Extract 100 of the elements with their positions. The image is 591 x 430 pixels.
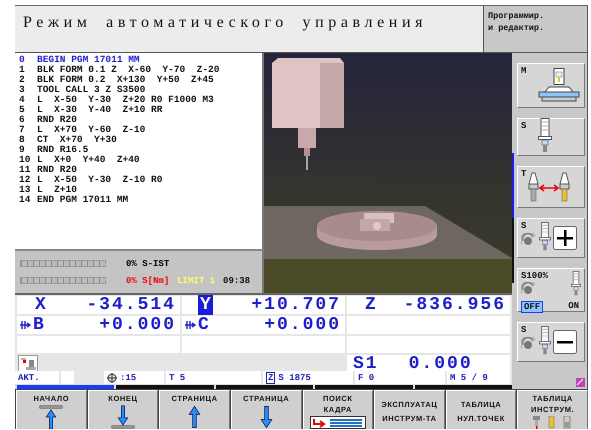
line-number: 1 <box>19 64 25 75</box>
axis-label[interactable]: C <box>196 315 211 335</box>
arrow-up-icon <box>188 405 202 429</box>
program-text: RND R20 <box>37 165 77 175</box>
status-text: AKT. <box>18 372 40 382</box>
machine-key[interactable]: S100% OFF ON <box>517 268 585 312</box>
line-number: 5 <box>19 104 25 115</box>
program-text: BEGIN PGM 17011 MM <box>37 55 140 65</box>
program-text: END PGM 17011 MM <box>37 195 128 205</box>
line-number: 10 <box>19 154 30 165</box>
key-label: M <box>521 66 526 76</box>
axis-label[interactable]: Z <box>363 295 378 315</box>
machine-key[interactable]: T <box>517 166 585 208</box>
mode-key[interactable]: Программир. и редактир. <box>484 6 588 53</box>
program-text: L X+0 Y+40 Z+40 <box>37 155 140 165</box>
machine-key[interactable]: S <box>517 322 585 362</box>
minus-icon <box>553 330 577 354</box>
line-number: 2 <box>19 74 25 85</box>
program-line[interactable]: 12 L X-50 Y-30 Z-10 R0 <box>19 175 262 185</box>
axis-value: +10.707 <box>251 295 341 315</box>
status-text: M 5 / 9 <box>450 372 488 382</box>
program-line[interactable]: 9 RND R16.5 <box>19 145 262 155</box>
gauge-reading: 0% <box>126 258 137 268</box>
tool-change-icon <box>526 172 572 202</box>
line-number: 0 <box>19 54 25 65</box>
status-text: T 5 <box>169 372 186 382</box>
arrow-down-icon <box>260 405 273 429</box>
line-number: 9 <box>19 144 25 155</box>
program-text: L Z+10 <box>37 185 77 195</box>
axis-value: +0.000 <box>264 315 341 335</box>
program-text: L X-50 Y-30 Z+20 R0 F1000 M3 <box>37 95 214 105</box>
program-line[interactable]: 1 BLK FORM 0.1 Z X-60 Y-70 Z-20 <box>19 65 262 75</box>
machine-table-icon <box>537 68 581 104</box>
axis-value: -34.514 <box>86 295 176 315</box>
spindle-icon <box>539 222 551 252</box>
mode-title: Режим автоматического управления <box>23 14 428 31</box>
mode-key-label: и редактир. <box>488 23 544 33</box>
line-number: 14 <box>19 194 30 205</box>
key-label: S <box>521 325 526 335</box>
program-text: TOOL CALL 3 Z S3500 <box>37 85 146 95</box>
status-text: S 1875 <box>278 372 311 382</box>
axis-value: +0.000 <box>99 315 176 335</box>
status-text: F 0 <box>358 372 374 382</box>
gauge-label: S[Nm] <box>142 276 170 286</box>
line-number: 11 <box>19 164 30 175</box>
spindle-icon <box>571 271 581 297</box>
program-text: CT X+70 Y+30 <box>37 135 117 145</box>
program-line[interactable]: 5 L X-30 Y-40 Z+10 RR <box>19 105 262 115</box>
line-number: 3 <box>19 84 25 95</box>
machine-key[interactable]: S <box>517 218 585 258</box>
axis-value: -836.956 <box>404 295 506 315</box>
program-line[interactable]: 8 CT X+70 Y+30 <box>19 135 262 145</box>
gauge-label: S-IST <box>142 258 170 268</box>
program-line[interactable]: 13 L Z+10 <box>19 185 262 195</box>
spindle-icon <box>538 118 552 154</box>
program-text: L X-50 Y-30 Z-10 R0 <box>37 175 162 185</box>
block-search-icon <box>310 416 366 429</box>
dial-icon <box>521 337 537 351</box>
axis-label[interactable]: X <box>33 295 48 315</box>
line-number: 8 <box>19 134 25 145</box>
program-line[interactable]: 11 RND R20 <box>19 165 262 175</box>
line-number: 4 <box>19 94 25 105</box>
dial-icon <box>521 282 537 296</box>
program-text: BLK FORM 0.1 Z X-60 Y-70 Z-20 <box>37 65 220 75</box>
program-text: RND R16.5 <box>37 145 88 155</box>
line-number: 13 <box>19 184 30 195</box>
logo-icon <box>576 378 585 387</box>
plus-icon <box>553 226 577 250</box>
mode-key-label: Программир. <box>488 11 544 21</box>
key-label: S <box>521 221 526 231</box>
gauge-reading: 0% <box>126 276 137 286</box>
toggle-option[interactable]: ON <box>566 301 581 313</box>
program-line[interactable]: 4 L X-50 Y-30 Z+20 R0 F1000 M3 <box>19 95 262 105</box>
status-text: :15 <box>120 372 136 382</box>
rotary-axis-icon <box>184 319 196 331</box>
limit-label: LIMIT 1 <box>177 276 216 286</box>
program-line[interactable]: 2 BLK FORM 0.2 X+130 Y+50 Z+45 <box>19 75 262 85</box>
key-label: S <box>521 121 526 131</box>
spindle-icon <box>539 326 551 356</box>
key-label: S100% <box>521 271 548 281</box>
machine-key[interactable]: M <box>517 63 585 108</box>
program-text: L X+70 Y-60 Z-10 <box>37 125 146 135</box>
spindle-value: 0.000 <box>408 354 473 374</box>
rotary-axis-icon <box>19 319 31 331</box>
program-line[interactable]: 6 RND R20 <box>19 115 262 125</box>
toggle-option[interactable]: OFF <box>521 301 544 313</box>
axis-label[interactable]: Y <box>198 295 213 315</box>
dial-icon <box>521 233 537 247</box>
program-line[interactable]: 0 BEGIN PGM 17011 MM <box>19 55 262 65</box>
line-number: 7 <box>19 124 25 135</box>
clock-time: 09:38 <box>223 276 250 286</box>
axis-label[interactable]: B <box>31 315 46 335</box>
status-field <box>61 371 74 384</box>
program-line[interactable]: 14 END PGM 17011 MM <box>19 195 262 205</box>
line-number: 12 <box>19 174 30 185</box>
program-line[interactable]: 7 L X+70 Y-60 Z-10 <box>19 125 262 135</box>
program-line[interactable]: 10 L X+0 Y+40 Z+40 <box>19 155 262 165</box>
program-text: L X-30 Y-40 Z+10 RR <box>37 105 162 115</box>
machine-key[interactable]: S <box>517 118 585 156</box>
program-line[interactable]: 3 TOOL CALL 3 Z S3500 <box>19 85 262 95</box>
